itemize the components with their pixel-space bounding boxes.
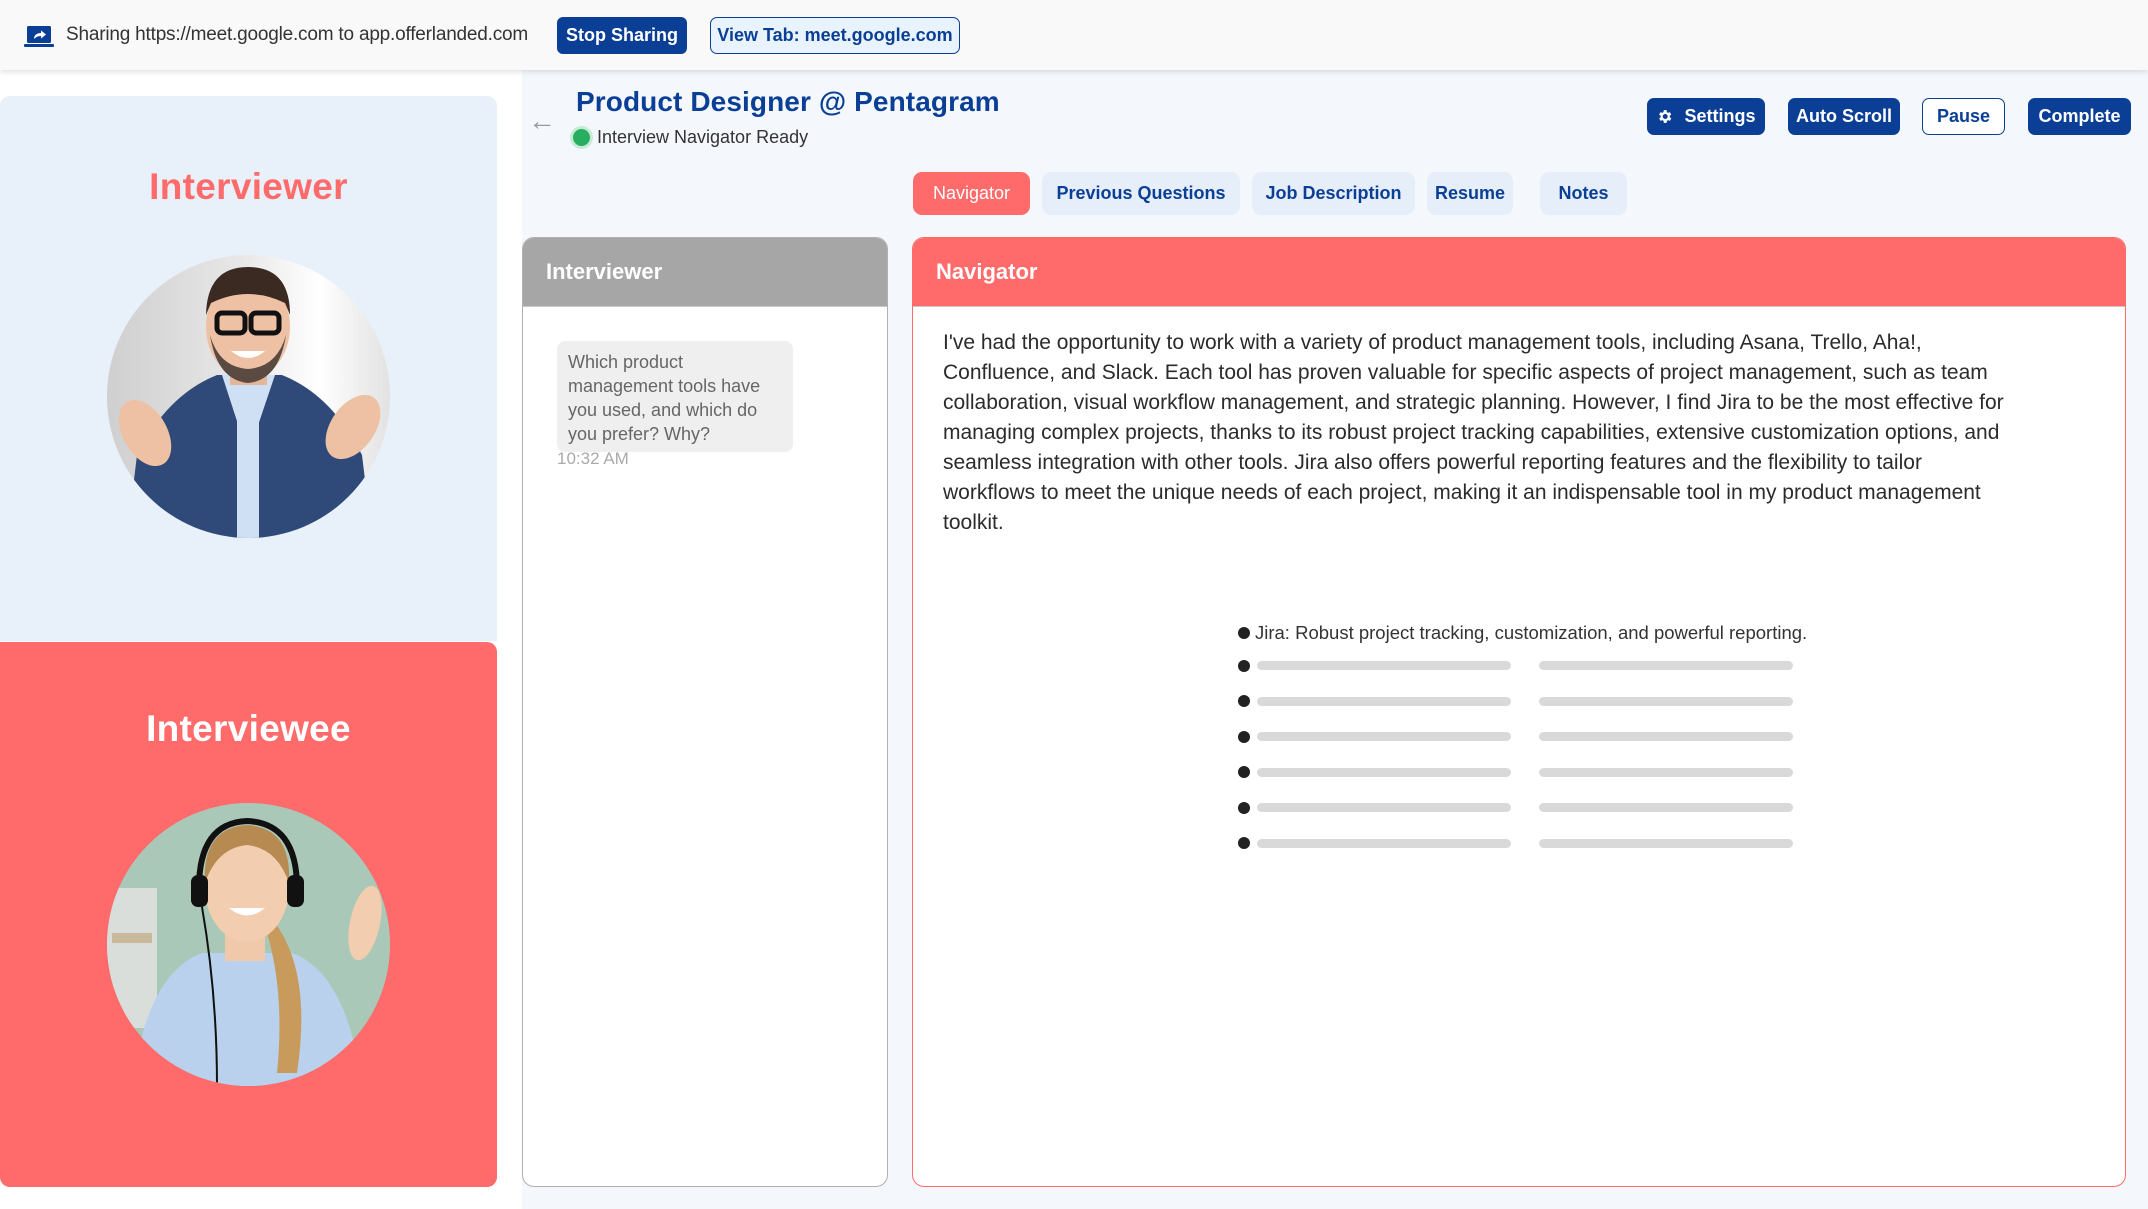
interviewee-avatar — [107, 803, 390, 1086]
interviewee-photo — [107, 803, 390, 1086]
tab-notes[interactable]: Notes — [1540, 172, 1627, 215]
placeholder-bar — [1539, 661, 1793, 671]
placeholder-bar — [1539, 732, 1793, 742]
placeholder-row — [1238, 755, 1838, 791]
status-text: Interview Navigator Ready — [597, 127, 809, 147]
placeholder-row — [1238, 684, 1838, 720]
placeholder-bar — [1539, 838, 1793, 848]
stop-sharing-button[interactable]: Stop Sharing — [557, 17, 687, 54]
interviewer-chat-panel[interactable]: Interviewer Which product management too… — [522, 237, 888, 1187]
tab-navigator[interactable]: Navigator — [913, 172, 1030, 215]
interviewer-card: Interviewer — [0, 96, 497, 641]
gear-icon — [1659, 110, 1672, 123]
participants-column: Interviewer Interviewee — [0, 70, 522, 1209]
placeholder-bar — [1539, 803, 1793, 813]
auto-scroll-button[interactable]: Auto Scroll — [1788, 98, 1900, 135]
status-dot-icon — [573, 129, 590, 146]
summary-point: Jira: Robust project tracking, customiza… — [1238, 618, 1838, 648]
page-title: Product Designer @ Pentagram — [576, 86, 1000, 117]
placeholder-row — [1238, 790, 1838, 826]
suggested-answer-text: I've had the opportunity to work with a … — [943, 331, 2004, 534]
placeholder-row — [1238, 648, 1838, 684]
bullet-icon — [1238, 837, 1250, 850]
placeholder-bar — [1257, 696, 1511, 706]
complete-button[interactable]: Complete — [2028, 98, 2131, 135]
bullet-icon — [1238, 801, 1250, 814]
bullet-icon — [1238, 627, 1250, 639]
placeholder-bar — [1257, 732, 1511, 742]
bullet-icon — [1238, 766, 1250, 779]
screen-share-icon — [24, 26, 54, 47]
pause-button[interactable]: Pause — [1922, 98, 2005, 135]
answer-summary-list: Jira: Robust project tracking, customiza… — [1238, 618, 1838, 861]
chat-message-bubble: Which product management tools have you … — [557, 341, 793, 452]
interviewer-avatar — [107, 255, 390, 538]
placeholder-bar — [1257, 803, 1511, 813]
tab-previous-questions[interactable]: Previous Questions — [1042, 172, 1240, 215]
navigator-panel-header: Navigator — [913, 238, 2125, 307]
tab-resume[interactable]: Resume — [1427, 172, 1513, 215]
placeholder-bar — [1539, 767, 1793, 777]
navigator-panel[interactable]: Navigator I've had the opportunity to wo… — [912, 237, 2126, 1187]
interviewee-title: Interviewee — [146, 708, 351, 749]
placeholder-bar — [1539, 696, 1793, 706]
loading-placeholder-rows — [1238, 648, 1838, 861]
screen-share-bar: Sharing https://meet.google.com to app.o… — [0, 0, 2148, 70]
interviewer-title: Interviewer — [149, 166, 348, 207]
placeholder-row — [1238, 719, 1838, 755]
placeholder-bar — [1257, 661, 1511, 671]
chat-panel-header: Interviewer — [523, 238, 887, 307]
bullet-icon — [1238, 695, 1250, 708]
bullet-icon — [1238, 659, 1250, 672]
tab-job-description[interactable]: Job Description — [1252, 172, 1415, 215]
interviewee-card: Interviewee — [0, 642, 497, 1187]
navigator-status: Interview Navigator Ready — [573, 127, 808, 148]
placeholder-row — [1238, 826, 1838, 862]
arrow-left-icon[interactable]: ← — [528, 106, 556, 136]
settings-label: Settings — [1684, 106, 1756, 126]
sharing-status-text: Sharing https://meet.google.com to app.o… — [66, 24, 529, 45]
bullet-icon — [1238, 730, 1250, 743]
placeholder-bar — [1257, 767, 1511, 777]
placeholder-bar — [1257, 838, 1511, 848]
interviewer-photo — [107, 255, 390, 538]
settings-button[interactable]: Settings — [1647, 98, 1765, 135]
chat-message-time: 10:32 AM — [557, 449, 629, 468]
view-tab-button[interactable]: View Tab: meet.google.com — [710, 17, 960, 54]
summary-point-text: Jira: Robust project tracking, customiza… — [1255, 622, 1808, 643]
